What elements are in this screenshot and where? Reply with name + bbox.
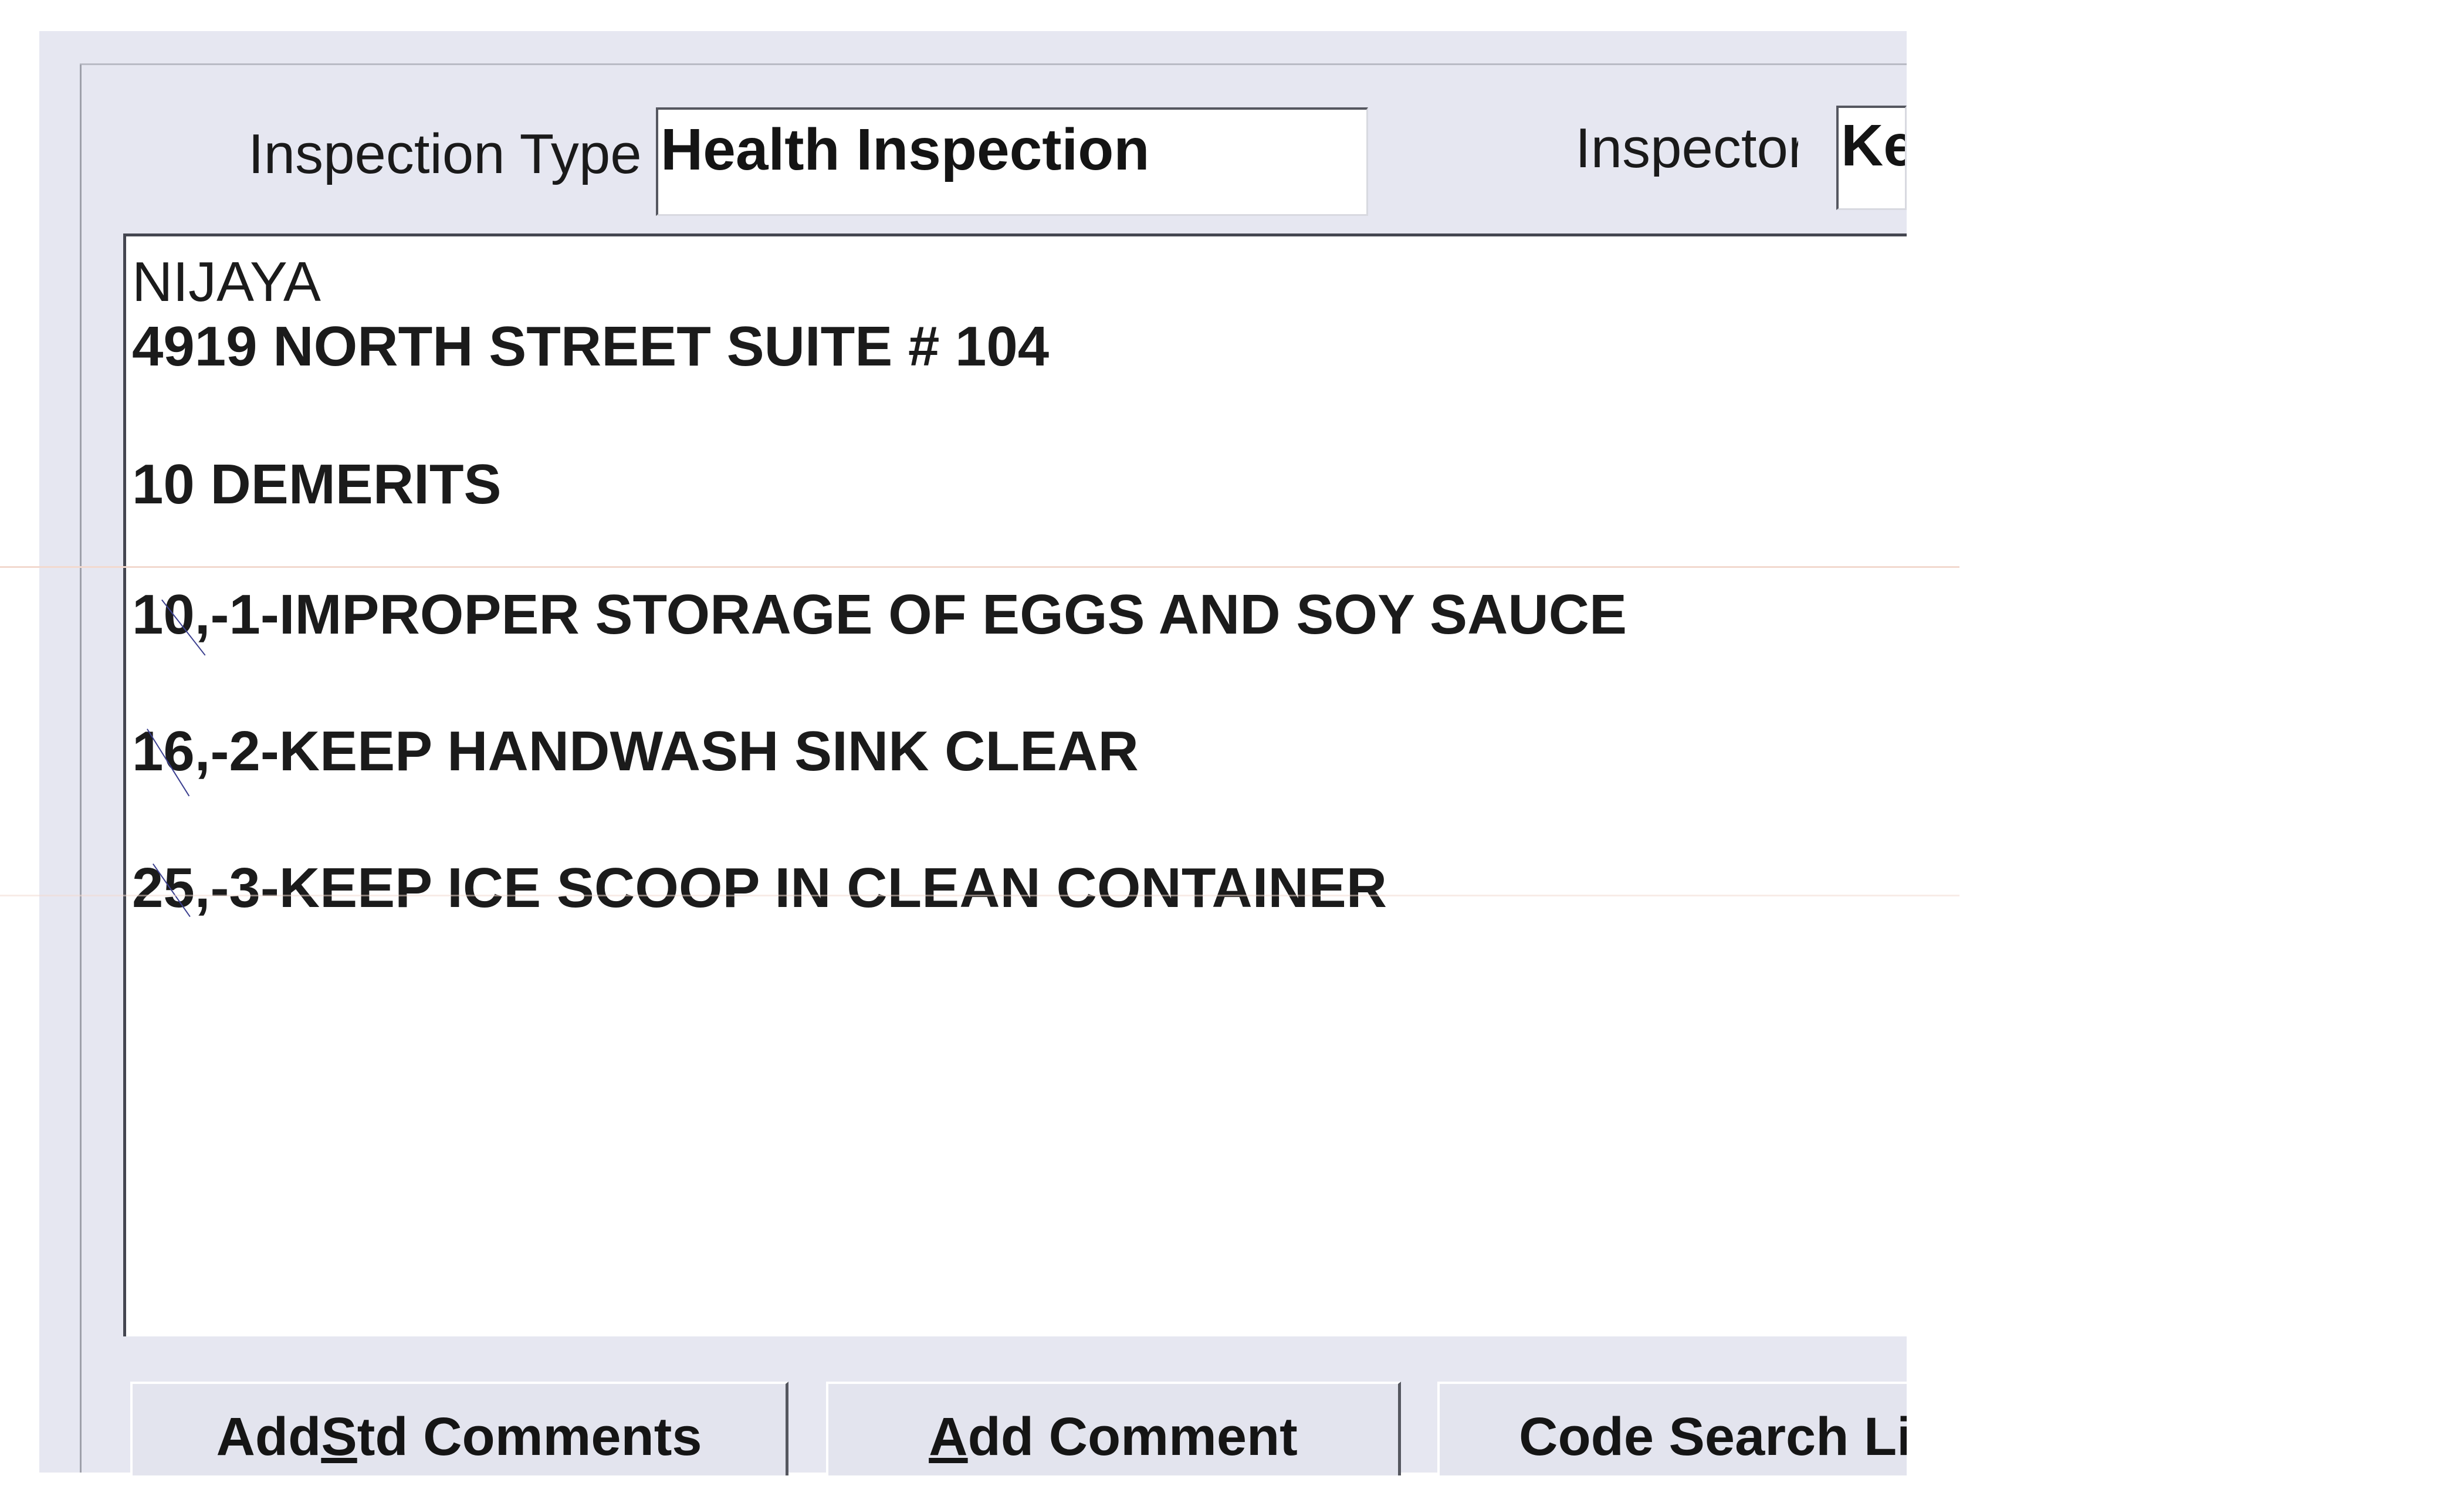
frame-divider-top (80, 63, 1907, 65)
inspector-field[interactable]: Ke (1836, 106, 1907, 210)
add-std-comments-label-post: td Comments (357, 1407, 702, 1467)
scan-artifact-line-2 (0, 895, 1959, 896)
add-std-comments-mnemonic: S (321, 1407, 357, 1467)
inspection-type-field[interactable]: Health Inspection (656, 107, 1368, 216)
comment-line-violation-1: 10,-1-IMPROPER STORAGE OF EGGS AND SOY S… (132, 583, 1627, 646)
add-comment-label: dd Comment (967, 1407, 1298, 1467)
inspector-label: Inspector (1575, 120, 1798, 177)
comment-line-violation-3: 25,-3-KEEP ICE SCOOP IN CLEAN CONTAINER (132, 857, 1387, 919)
comment-line-demerits: 10 DEMERITS (132, 453, 502, 516)
code-search-label: Code Search Li (1519, 1407, 1907, 1467)
comment-line-address: 4919 NORTH STREET SUITE # 104 (132, 315, 1050, 378)
comment-line-violation-2: 16,-2-KEEP HANDWASH SINK CLEAR (132, 720, 1139, 783)
scan-artifact-line-1 (0, 566, 1959, 568)
frame-divider-left (80, 65, 82, 1473)
code-search-button[interactable]: Code Search Li (1437, 1382, 1907, 1475)
add-std-comments-button[interactable]: Add Std Comments (130, 1382, 788, 1475)
add-comment-mnemonic: A (929, 1407, 968, 1467)
inspector-value: Ke (1841, 113, 1905, 178)
add-std-comments-label-pre: Add (216, 1407, 321, 1467)
comments-text-area[interactable]: NIJAYA 4919 NORTH STREET SUITE # 104 10 … (123, 233, 1907, 1336)
inspection-type-value: Health Inspection (661, 117, 1150, 182)
inspection-type-label: Inspection Type (248, 123, 642, 185)
comment-line-establishment: NIJAYA (132, 251, 321, 313)
scanned-page: Inspection Type Health Inspection Inspec… (0, 0, 2464, 1496)
add-comment-button[interactable]: Add Comment (826, 1382, 1401, 1475)
